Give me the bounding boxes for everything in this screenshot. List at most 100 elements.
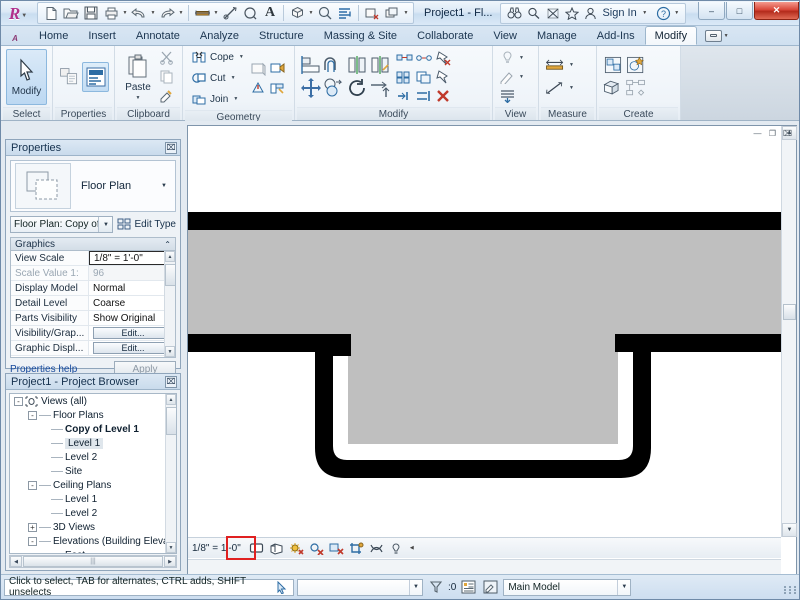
crop-region-icon[interactable]	[368, 540, 385, 557]
array-linear-icon[interactable]	[396, 49, 414, 67]
exclude-options-icon[interactable]	[459, 578, 478, 596]
create-part-icon[interactable]	[625, 54, 647, 76]
tree-node-ceiling-level-1[interactable]: Level 1	[10, 492, 176, 506]
maximize-button[interactable]: □	[726, 2, 753, 20]
chevron-down-icon[interactable]: ▼	[121, 10, 129, 16]
text-icon[interactable]: A	[260, 4, 280, 23]
type-selector-combo[interactable]: Floor Plan: Copy of ▼	[10, 216, 114, 233]
tab-home[interactable]: Home	[29, 26, 78, 45]
align-icon[interactable]	[300, 54, 322, 76]
type-properties-icon[interactable]	[58, 66, 80, 88]
magnifier-icon[interactable]	[524, 4, 543, 22]
tab-annotate[interactable]: Annotate	[126, 26, 190, 45]
chevron-left-icon[interactable]: ◀	[408, 545, 416, 551]
close-icon[interactable]: ⌧	[165, 142, 177, 154]
temporary-hide-isolate-icon[interactable]	[388, 540, 405, 557]
restore-icon[interactable]: ❐	[767, 128, 778, 139]
tree-node-east[interactable]: East	[10, 548, 176, 554]
modify-button[interactable]: Modify	[6, 48, 47, 105]
canvas-horizontal-scrollbar[interactable]	[188, 559, 781, 575]
properties-element-header[interactable]: Floor Plan ▼	[10, 160, 176, 212]
sign-in-label[interactable]: Sign In	[602, 7, 636, 19]
canvas-vertical-scrollbar[interactable]: ▲ ▼	[781, 126, 797, 537]
tree-node-site[interactable]: Site	[10, 464, 176, 478]
move-icon[interactable]	[300, 77, 322, 99]
scroll-left-icon[interactable]: ◀	[10, 556, 22, 567]
mirror-pick-axis-icon[interactable]	[346, 54, 368, 76]
subscription-icon[interactable]	[543, 4, 562, 22]
open-icon[interactable]	[61, 4, 81, 23]
switch-windows-icon[interactable]	[382, 4, 402, 23]
chevron-down-icon[interactable]: ▼	[567, 85, 576, 91]
chevron-down-icon[interactable]: ▼	[517, 74, 526, 80]
chevron-down-icon[interactable]: ▼	[98, 217, 113, 232]
edit-type-button[interactable]: Edit Type	[117, 218, 176, 231]
tree-node-ceiling-level-2[interactable]: Level 2	[10, 506, 176, 520]
scroll-down-icon[interactable]: ▼	[165, 346, 175, 357]
expander-icon[interactable]: -	[28, 410, 37, 420]
offset-icon[interactable]	[323, 54, 345, 76]
application-menu-button[interactable]: R ▼	[3, 2, 33, 24]
cut-button[interactable]: Cut ▼	[188, 68, 249, 88]
close-icon[interactable]: ⌧	[165, 376, 177, 388]
chevron-down-icon[interactable]: ▼	[641, 10, 649, 16]
print-icon[interactable]	[101, 4, 121, 23]
mirror-draw-axis-icon[interactable]	[369, 54, 391, 76]
edit-button[interactable]: Edit...	[93, 327, 173, 339]
table-row[interactable]: Parts Visibility Show Original	[11, 311, 175, 326]
cope-button[interactable]: Cope ▼	[188, 47, 249, 67]
crop-view-icon[interactable]	[348, 540, 365, 557]
chevron-down-icon[interactable]: ▼	[177, 10, 185, 16]
browser-horizontal-scrollbar[interactable]: ◀ ||| ▶	[9, 555, 177, 568]
press-and-drag-icon[interactable]	[275, 580, 289, 594]
table-row[interactable]: Visibility/Grap... Edit...	[11, 326, 175, 341]
tag-icon[interactable]	[240, 4, 260, 23]
view-scale-label[interactable]: 1/8" = 1'-0"	[192, 543, 241, 554]
join-button[interactable]: Join ▼	[188, 89, 249, 109]
hide-element-icon[interactable]	[498, 49, 516, 67]
chevron-down-icon[interactable]: ▼	[517, 55, 526, 61]
undo-icon[interactable]	[129, 4, 149, 23]
wall-joins-icon[interactable]	[268, 79, 286, 97]
cut-icon[interactable]	[157, 49, 175, 67]
tab-manage[interactable]: Manage	[527, 26, 587, 45]
ribbon-minimize-control[interactable]: ▼	[705, 26, 730, 45]
browser-scrollbar[interactable]: ▲ ▼	[165, 394, 176, 553]
redo-icon[interactable]	[157, 4, 177, 23]
new-icon[interactable]	[41, 4, 61, 23]
property-value[interactable]: Normal	[89, 281, 175, 295]
tree-node-level-2[interactable]: Level 2	[10, 450, 176, 464]
tree-node-copy-of-level-1[interactable]: Copy of Level 1	[10, 422, 176, 436]
close-hidden-windows-icon[interactable]	[362, 4, 382, 23]
group-icon[interactable]	[415, 68, 433, 86]
chevron-down-icon[interactable]: ▼	[722, 33, 730, 39]
filter-funnel-icon[interactable]	[426, 578, 445, 596]
scroll-down-icon[interactable]: ▼	[166, 542, 176, 553]
search-binoculars-icon[interactable]	[505, 4, 524, 22]
chevron-down-icon[interactable]: ▼	[161, 183, 167, 189]
scrollbar-thumb[interactable]: |||	[23, 556, 163, 567]
visual-style-icon[interactable]	[268, 540, 285, 557]
split-with-gap-icon[interactable]	[415, 87, 433, 105]
workset-combo[interactable]: ▼	[297, 578, 423, 596]
scrollbar-thumb[interactable]	[166, 407, 176, 435]
table-row[interactable]: Graphic Displ... Edit...	[11, 341, 175, 356]
thin-lines-icon[interactable]	[335, 4, 355, 23]
table-row[interactable]: Detail Level Coarse	[11, 296, 175, 311]
trim-extend-icon[interactable]	[369, 77, 391, 99]
close-icon[interactable]: ⌧	[782, 128, 793, 139]
linework-icon[interactable]	[498, 87, 516, 105]
chevron-down-icon[interactable]: ▼	[237, 54, 246, 60]
chevron-down-icon[interactable]: ▼	[673, 10, 681, 16]
properties-scrollbar[interactable]: ▲ ▼	[164, 251, 175, 357]
rotate-icon[interactable]	[346, 77, 368, 99]
array-radial-icon[interactable]	[415, 49, 433, 67]
person-icon[interactable]	[581, 4, 600, 22]
edit-button[interactable]: Edit...	[93, 342, 173, 354]
help-icon[interactable]: ?	[655, 4, 673, 22]
chevron-down-icon[interactable]: ▼	[307, 10, 315, 16]
split-face-icon[interactable]	[249, 60, 267, 78]
expander-icon[interactable]: -	[14, 396, 23, 406]
detail-level-icon[interactable]	[248, 540, 265, 557]
match-type-icon[interactable]	[157, 87, 175, 105]
